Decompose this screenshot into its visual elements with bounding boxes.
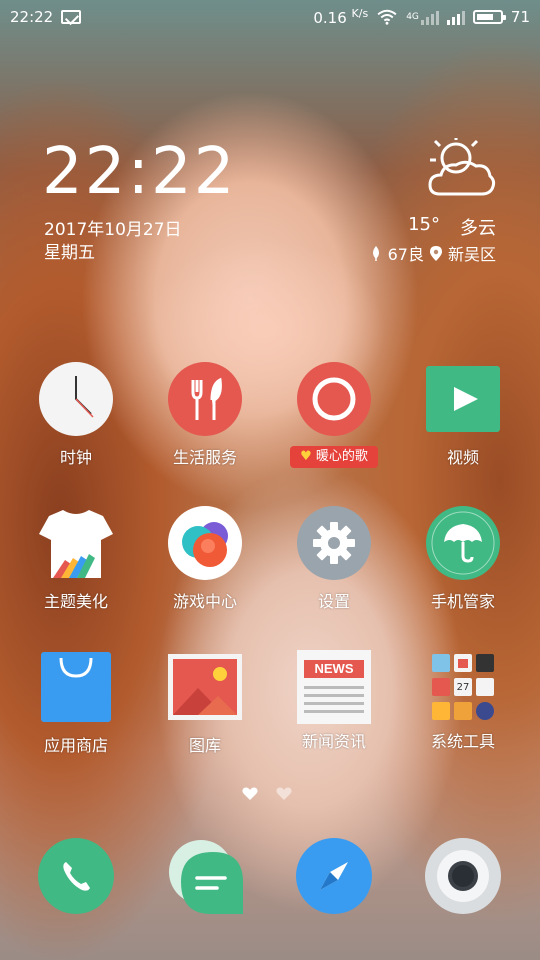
shopping-bag-icon bbox=[41, 652, 111, 722]
music-icon bbox=[297, 362, 371, 436]
page-dot-active[interactable] bbox=[242, 787, 258, 801]
news-logo-text: NEWS bbox=[304, 660, 364, 678]
tshirt-icon bbox=[39, 510, 113, 578]
clock-icon bbox=[39, 362, 113, 436]
message-icon bbox=[61, 10, 82, 24]
weather-temperature: 15° bbox=[408, 214, 440, 235]
app-music[interactable]: ♥ 暖心的歌 bbox=[274, 362, 394, 468]
app-label: 设置 bbox=[317, 592, 350, 611]
app-label: 生活服务 bbox=[172, 448, 237, 467]
umbrella-icon bbox=[426, 506, 500, 580]
status-bar: 22:22 0.16 K/s 4G 71 bbox=[0, 0, 540, 34]
app-gallery[interactable]: 图库 bbox=[145, 650, 265, 756]
game-center-icon bbox=[168, 506, 242, 580]
message-bubble-icon[interactable] bbox=[167, 838, 243, 914]
weather-condition: 多云 bbox=[460, 218, 496, 239]
app-system-tools-folder[interactable]: 27 系统工具 bbox=[403, 650, 523, 752]
app-label: 应用商店 bbox=[43, 736, 108, 755]
network-speed: 0.16 K/s bbox=[313, 7, 369, 27]
app-themes[interactable]: 主题美化 bbox=[16, 506, 136, 612]
fork-knife-icon bbox=[168, 362, 242, 436]
weather-details: 67良 新吴区 bbox=[370, 241, 496, 265]
app-label: 主题美化 bbox=[43, 592, 108, 611]
location-pin-icon bbox=[429, 245, 442, 261]
app-label: 系统工具 bbox=[430, 732, 495, 751]
page-indicator bbox=[242, 787, 292, 801]
music-badge: ♥ 暖心的歌 bbox=[290, 446, 378, 468]
app-label: 游戏中心 bbox=[172, 592, 237, 611]
app-label: 图库 bbox=[188, 736, 221, 755]
weather-summary: 15° 多云 bbox=[408, 214, 496, 240]
calendar-mini-icon: 27 bbox=[454, 678, 472, 696]
signal-icon bbox=[420, 9, 439, 25]
folder-icon: 27 bbox=[426, 650, 500, 724]
battery-level: 71 bbox=[510, 8, 530, 26]
weather-location: 新吴区 bbox=[447, 245, 496, 264]
browser-compass-icon[interactable] bbox=[296, 838, 372, 914]
app-label: 视频 bbox=[446, 448, 479, 467]
partly-cloudy-icon[interactable] bbox=[426, 138, 496, 200]
app-store[interactable]: 应用商店 bbox=[16, 650, 136, 756]
app-phone-manager[interactable]: 手机管家 bbox=[403, 506, 523, 612]
gear-icon bbox=[297, 506, 371, 580]
signal-strength-icon bbox=[446, 9, 465, 25]
app-label: 新闻资讯 bbox=[301, 732, 366, 751]
leaf-icon bbox=[372, 245, 379, 261]
clock-weekday: 星期五 bbox=[44, 243, 95, 263]
play-icon bbox=[426, 366, 500, 432]
app-video[interactable]: 视频 bbox=[403, 362, 523, 468]
network-type: 4G bbox=[406, 12, 419, 22]
weather-aqi: 67良 bbox=[387, 245, 424, 264]
wifi-icon bbox=[377, 9, 397, 25]
status-time: 22:22 bbox=[10, 8, 54, 26]
clock-date: 2017年10月27日 bbox=[44, 220, 182, 240]
app-life-services[interactable]: 生活服务 bbox=[145, 362, 265, 468]
app-settings[interactable]: 设置 bbox=[274, 506, 394, 612]
page-dot-inactive[interactable] bbox=[276, 787, 292, 801]
app-news[interactable]: NEWS 新闻资讯 bbox=[274, 650, 394, 752]
phone-icon[interactable] bbox=[38, 838, 114, 914]
app-clock[interactable]: 时钟 bbox=[16, 362, 136, 468]
app-label: 时钟 bbox=[59, 448, 92, 467]
news-icon: NEWS bbox=[297, 650, 371, 724]
clock-time[interactable]: 22:22 bbox=[42, 140, 236, 204]
gallery-icon bbox=[168, 654, 242, 720]
app-game-center[interactable]: 游戏中心 bbox=[145, 506, 265, 612]
camera-icon[interactable] bbox=[425, 838, 501, 914]
battery-icon bbox=[472, 10, 506, 24]
app-label: 手机管家 bbox=[430, 592, 495, 611]
heart-icon: ♥ bbox=[300, 449, 312, 464]
